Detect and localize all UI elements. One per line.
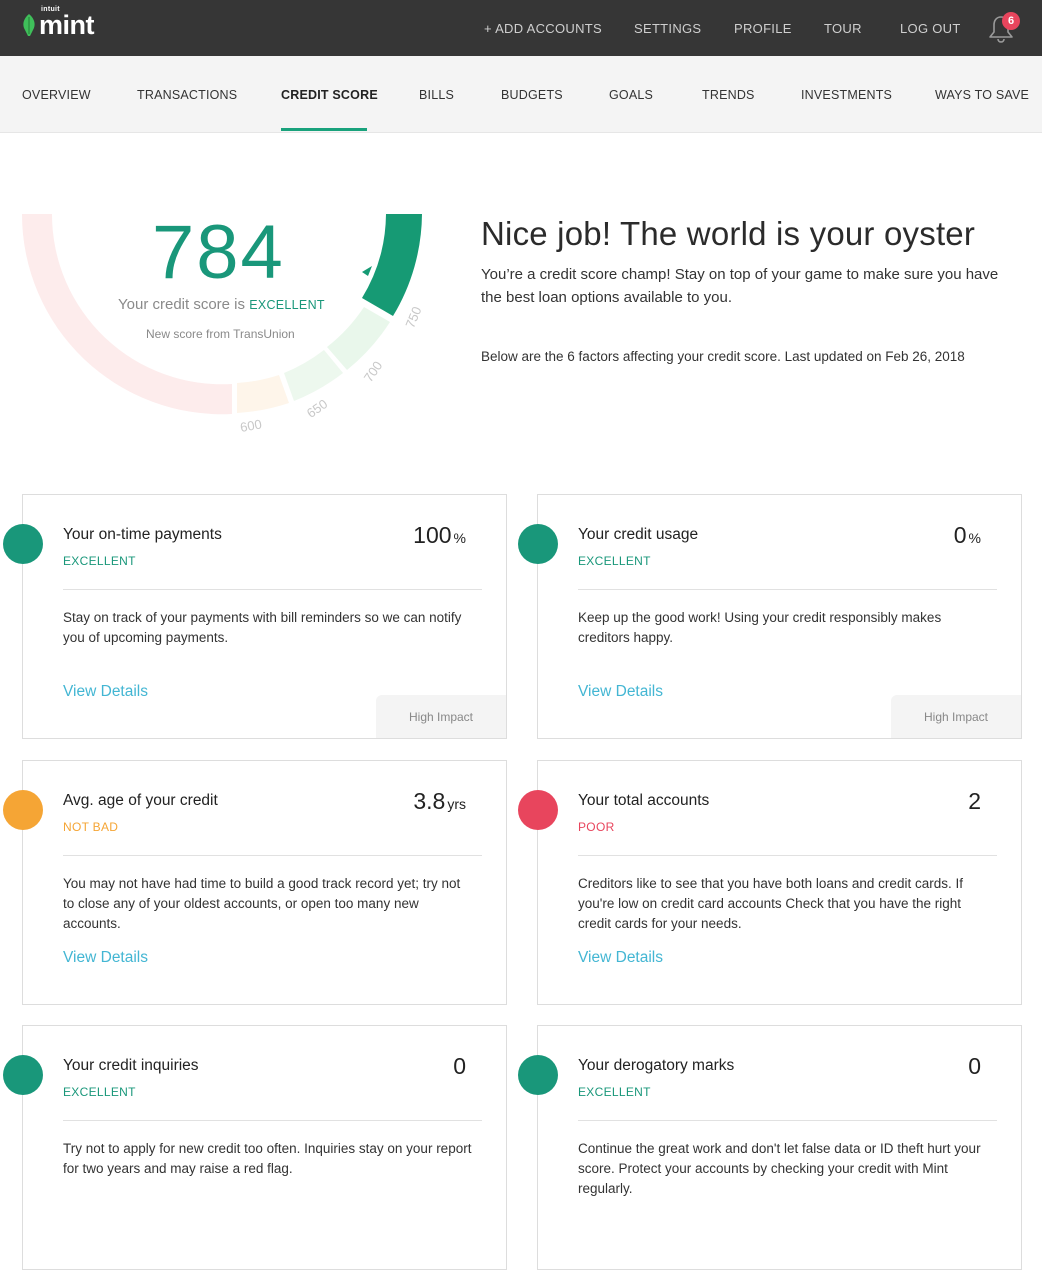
factor-title: Your credit inquiries xyxy=(63,1057,199,1074)
gauge-tick-650: 650 xyxy=(304,396,330,421)
tab-bills[interactable]: BILLS xyxy=(419,56,454,133)
status-dot xyxy=(518,790,558,830)
tab-goals[interactable]: GOALS xyxy=(609,56,653,133)
divider xyxy=(578,1120,997,1121)
status-dot xyxy=(518,524,558,564)
view-details-link[interactable]: View Details xyxy=(63,683,148,701)
mint-leaf-icon xyxy=(23,14,35,36)
nav-add-accounts[interactable]: + ADD ACCOUNTS xyxy=(484,0,602,56)
view-details-link[interactable]: View Details xyxy=(63,949,148,967)
summary-text: You’re a credit score champ! Stay on top… xyxy=(481,266,999,306)
status-dot xyxy=(3,1055,43,1095)
factor-title: Avg. age of your credit xyxy=(63,792,218,809)
logo-mint-text: mint xyxy=(39,10,95,40)
factor-title: Your total accounts xyxy=(578,792,710,809)
gauge-pointer xyxy=(362,266,372,276)
factor-card-derogatory-marks: Your derogatory marks EXCELLENT 0 Contin… xyxy=(518,1025,1022,1270)
factor-rating: EXCELLENT xyxy=(578,554,651,568)
factor-card-credit-usage: Your credit usage EXCELLENT 0% Keep up t… xyxy=(518,494,1022,739)
section-tabs: OVERVIEW TRANSACTIONS CREDIT SCORE BILLS… xyxy=(0,56,1042,133)
factor-rating: POOR xyxy=(578,820,615,834)
impact-badge: High Impact xyxy=(376,695,506,738)
logo-intuit-text: intuit xyxy=(41,6,60,13)
nav-tour[interactable]: TOUR xyxy=(824,0,862,56)
factor-card-avg-age: Avg. age of your credit NOT BAD 3.8 yrs Y… xyxy=(3,760,507,1005)
factor-description: You may not have had time to build a goo… xyxy=(63,876,461,931)
nav-profile[interactable]: PROFILE xyxy=(734,0,792,56)
tab-transactions[interactable]: TRANSACTIONS xyxy=(137,56,237,133)
gauge-segment-good xyxy=(284,350,343,401)
factor-title: Your on-time payments xyxy=(63,526,222,543)
page-headline: Nice job! The world is your oyster xyxy=(481,215,976,252)
factor-description: Try not to apply for new credit too ofte… xyxy=(63,1141,472,1176)
gauge-tick-750: 750 xyxy=(402,304,424,330)
tab-investments[interactable]: INVESTMENTS xyxy=(801,56,892,133)
top-bar: intuit mint + ADD ACCOUNTS SETTINGS PROF… xyxy=(0,0,1042,56)
factor-description: Keep up the good work! Using your credit… xyxy=(578,610,942,645)
factor-rating: EXCELLENT xyxy=(63,1085,136,1099)
factor-description: Stay on track of your payments with bill… xyxy=(63,610,462,645)
factor-description: Creditors like to see that you have both… xyxy=(578,876,963,931)
view-details-link[interactable]: View Details xyxy=(578,949,663,967)
factor-card-total-accounts: Your total accounts POOR 2 Creditors lik… xyxy=(518,760,1022,1005)
factor-value: 2 xyxy=(968,788,981,814)
divider xyxy=(63,589,482,590)
tab-ways-to-save[interactable]: WAYS TO SAVE xyxy=(935,56,1029,133)
notification-badge: 6 xyxy=(1002,12,1020,30)
mint-logo[interactable]: intuit mint xyxy=(22,6,95,40)
gauge-segment-excellent xyxy=(362,214,422,316)
factors-note: Below are the 6 factors affecting your c… xyxy=(481,349,965,364)
gauge-segment-fair xyxy=(237,375,289,413)
divider xyxy=(578,855,997,856)
tab-trends[interactable]: TRENDS xyxy=(702,56,755,133)
status-dot xyxy=(3,790,43,830)
factor-rating: EXCELLENT xyxy=(63,554,136,568)
status-dot xyxy=(3,524,43,564)
view-details-link[interactable]: View Details xyxy=(578,683,663,701)
tab-budgets[interactable]: BUDGETS xyxy=(501,56,563,133)
gauge-tick-600: 600 xyxy=(239,416,263,435)
factor-card-credit-inquiries: Your credit inquiries EXCELLENT 0 Try no… xyxy=(3,1025,507,1270)
factor-value: 0 xyxy=(968,1053,981,1079)
factor-value: 100% xyxy=(413,522,466,548)
factor-description: Continue the great work and don't let fa… xyxy=(578,1141,981,1196)
factor-title: Your credit usage xyxy=(578,526,699,543)
active-tab-indicator xyxy=(281,128,367,131)
factor-rating: NOT BAD xyxy=(63,820,119,834)
factor-value: 0% xyxy=(953,522,981,548)
score-source: New score from TransUnion xyxy=(146,327,295,341)
factor-value: 3.8 yrs xyxy=(413,788,466,814)
credit-score-rating: EXCELLENT xyxy=(249,298,325,312)
nav-log-out[interactable]: LOG OUT xyxy=(900,0,961,56)
factor-card-on-time-payments: Your on-time payments EXCELLENT 100% Sta… xyxy=(3,494,507,739)
credit-score-label: Your credit score is EXCELLENT xyxy=(118,296,325,313)
factor-rating: EXCELLENT xyxy=(578,1085,651,1099)
divider xyxy=(63,855,482,856)
gauge-tick-700: 700 xyxy=(361,358,386,384)
tab-credit-score[interactable]: CREDIT SCORE xyxy=(281,56,378,133)
tab-overview[interactable]: OVERVIEW xyxy=(22,56,91,133)
nav-settings[interactable]: SETTINGS xyxy=(634,0,701,56)
impact-badge: High Impact xyxy=(891,695,1021,738)
factor-title: Your derogatory marks xyxy=(578,1057,735,1074)
credit-score-value: 784 xyxy=(152,210,285,295)
divider xyxy=(578,589,997,590)
gauge-segment-very-good xyxy=(327,307,390,370)
divider xyxy=(63,1120,482,1121)
factor-value: 0 xyxy=(453,1053,466,1079)
status-dot xyxy=(518,1055,558,1095)
